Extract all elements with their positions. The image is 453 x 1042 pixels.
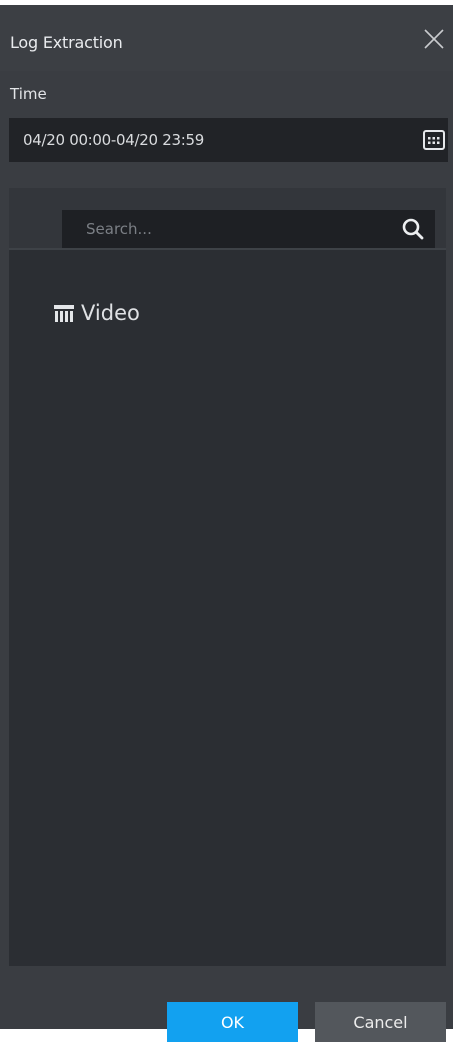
time-label: Time <box>10 85 47 103</box>
ok-button[interactable]: OK <box>167 1002 298 1042</box>
search-icon[interactable] <box>401 217 425 241</box>
search-zone <box>9 188 446 250</box>
time-range-value: 04/20 00:00-04/20 23:59 <box>23 131 204 149</box>
time-range-field[interactable]: 04/20 00:00-04/20 23:59 <box>9 118 448 162</box>
search-box[interactable] <box>62 210 435 248</box>
device-tree-panel: Video <box>9 188 446 966</box>
search-input[interactable] <box>86 210 376 248</box>
calendar-icon[interactable] <box>423 129 445 151</box>
close-button[interactable] <box>421 26 447 52</box>
video-device-icon <box>54 305 74 322</box>
dialog-titlebar: Log Extraction <box>0 5 453 71</box>
tree-item-video[interactable]: Video <box>53 298 140 328</box>
log-extraction-dialog: Log Extraction Time 04/20 00:00-04/20 23… <box>0 5 453 1042</box>
dialog-title: Log Extraction <box>10 33 123 52</box>
close-icon <box>424 29 444 49</box>
tree-item-label: Video <box>81 301 140 325</box>
cancel-button[interactable]: Cancel <box>315 1002 446 1042</box>
